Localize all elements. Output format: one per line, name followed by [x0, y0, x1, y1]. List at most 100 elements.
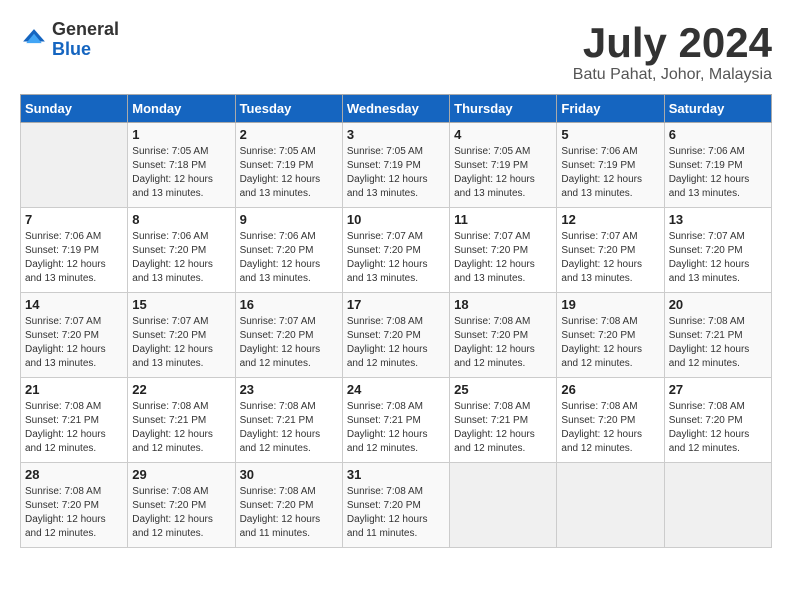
- calendar-week-row: 21 Sunrise: 7:08 AMSunset: 7:21 PMDayligh…: [21, 378, 772, 463]
- calendar-day-cell: 15 Sunrise: 7:07 AMSunset: 7:20 PMDayligh…: [128, 293, 235, 378]
- weekday-header-row: SundayMondayTuesdayWednesdayThursdayFrid…: [21, 95, 772, 123]
- calendar-day-cell: 29 Sunrise: 7:08 AMSunset: 7:20 PMDayligh…: [128, 463, 235, 548]
- month-title: July 2024: [573, 20, 772, 66]
- day-number: 9: [240, 212, 338, 227]
- day-number: 21: [25, 382, 123, 397]
- day-number: 16: [240, 297, 338, 312]
- day-info: Sunrise: 7:07 AMSunset: 7:20 PMDaylight:…: [454, 230, 552, 286]
- calendar-day-cell: 9 Sunrise: 7:06 AMSunset: 7:20 PMDaylight…: [235, 208, 342, 293]
- calendar-day-cell: 30 Sunrise: 7:08 AMSunset: 7:20 PMDayligh…: [235, 463, 342, 548]
- day-number: 10: [347, 212, 445, 227]
- day-number: 27: [669, 382, 767, 397]
- calendar-day-cell: [21, 123, 128, 208]
- day-number: 31: [347, 467, 445, 482]
- calendar-day-cell: [557, 463, 664, 548]
- weekday-header-cell: Sunday: [21, 95, 128, 123]
- calendar-day-cell: 2 Sunrise: 7:05 AMSunset: 7:19 PMDaylight…: [235, 123, 342, 208]
- page-header: General Blue July 2024 Batu Pahat, Johor…: [20, 20, 772, 84]
- day-number: 6: [669, 127, 767, 142]
- location: Batu Pahat, Johor, Malaysia: [573, 66, 772, 84]
- day-info: Sunrise: 7:07 AMSunset: 7:20 PMDaylight:…: [240, 315, 338, 371]
- day-info: Sunrise: 7:07 AMSunset: 7:20 PMDaylight:…: [347, 230, 445, 286]
- day-info: Sunrise: 7:07 AMSunset: 7:20 PMDaylight:…: [132, 315, 230, 371]
- weekday-header-cell: Saturday: [664, 95, 771, 123]
- day-number: 15: [132, 297, 230, 312]
- day-info: Sunrise: 7:08 AMSunset: 7:20 PMDaylight:…: [347, 485, 445, 541]
- logo-text: General Blue: [52, 20, 119, 60]
- calendar-week-row: 7Sunrise: 7:06 AMSunset: 7:19 PMDaylight…: [21, 208, 772, 293]
- calendar-day-cell: 5 Sunrise: 7:06 AMSunset: 7:19 PMDaylight…: [557, 123, 664, 208]
- day-number: 25: [454, 382, 552, 397]
- day-number: 7: [25, 212, 123, 227]
- day-info: Sunrise: 7:05 AMSunset: 7:19 PMDaylight:…: [454, 145, 552, 201]
- calendar-day-cell: 14 Sunrise: 7:07 AMSunset: 7:20 PMDayligh…: [21, 293, 128, 378]
- day-info: Sunrise: 7:08 AMSunset: 7:20 PMDaylight:…: [132, 485, 230, 541]
- day-info: Sunrise: 7:08 AMSunset: 7:20 PMDaylight:…: [25, 485, 123, 541]
- day-number: 2: [240, 127, 338, 142]
- day-number: 30: [240, 467, 338, 482]
- calendar-day-cell: 10 Sunrise: 7:07 AMSunset: 7:20 PMDayligh…: [342, 208, 449, 293]
- logo-icon: [20, 26, 48, 54]
- day-number: 11: [454, 212, 552, 227]
- calendar-day-cell: 18 Sunrise: 7:08 AMSunset: 7:20 PMDayligh…: [450, 293, 557, 378]
- day-info: Sunrise: 7:06 AMSunset: 7:20 PMDaylight:…: [132, 230, 230, 286]
- day-info: Sunrise: 7:07 AMSunset: 7:20 PMDaylight:…: [25, 315, 123, 371]
- day-info: Sunrise: 7:06 AMSunset: 7:19 PMDaylight:…: [669, 145, 767, 201]
- calendar-day-cell: 6 Sunrise: 7:06 AMSunset: 7:19 PMDaylight…: [664, 123, 771, 208]
- calendar-day-cell: 31 Sunrise: 7:08 AMSunset: 7:20 PMDayligh…: [342, 463, 449, 548]
- calendar-day-cell: 19Sunrise: 7:08 AMSunset: 7:20 PMDayligh…: [557, 293, 664, 378]
- day-number: 5: [561, 127, 659, 142]
- calendar-day-cell: 7Sunrise: 7:06 AMSunset: 7:19 PMDaylight…: [21, 208, 128, 293]
- day-number: 17: [347, 297, 445, 312]
- calendar-day-cell: 27 Sunrise: 7:08 AMSunset: 7:20 PMDayligh…: [664, 378, 771, 463]
- day-number: 22: [132, 382, 230, 397]
- calendar-week-row: 14 Sunrise: 7:07 AMSunset: 7:20 PMDayligh…: [21, 293, 772, 378]
- day-info: Sunrise: 7:05 AMSunset: 7:19 PMDaylight:…: [240, 145, 338, 201]
- weekday-header-cell: Tuesday: [235, 95, 342, 123]
- day-info: Sunrise: 7:08 AMSunset: 7:21 PMDaylight:…: [454, 400, 552, 456]
- calendar-day-cell: 1 Sunrise: 7:05 AMSunset: 7:18 PMDaylight…: [128, 123, 235, 208]
- calendar-day-cell: 22 Sunrise: 7:08 AMSunset: 7:21 PMDayligh…: [128, 378, 235, 463]
- calendar-day-cell: 26 Sunrise: 7:08 AMSunset: 7:20 PMDayligh…: [557, 378, 664, 463]
- title-section: July 2024 Batu Pahat, Johor, Malaysia: [573, 20, 772, 84]
- calendar-day-cell: 23Sunrise: 7:08 AMSunset: 7:21 PMDayligh…: [235, 378, 342, 463]
- day-info: Sunrise: 7:08 AMSunset: 7:21 PMDaylight:…: [132, 400, 230, 456]
- calendar-day-cell: 11 Sunrise: 7:07 AMSunset: 7:20 PMDayligh…: [450, 208, 557, 293]
- calendar-day-cell: 13Sunrise: 7:07 AMSunset: 7:20 PMDayligh…: [664, 208, 771, 293]
- day-info: Sunrise: 7:08 AMSunset: 7:21 PMDaylight:…: [25, 400, 123, 456]
- day-number: 18: [454, 297, 552, 312]
- weekday-header-cell: Wednesday: [342, 95, 449, 123]
- day-info: Sunrise: 7:08 AMSunset: 7:20 PMDaylight:…: [347, 315, 445, 371]
- day-info: Sunrise: 7:05 AMSunset: 7:18 PMDaylight:…: [132, 145, 230, 201]
- calendar-day-cell: 3 Sunrise: 7:05 AMSunset: 7:19 PMDaylight…: [342, 123, 449, 208]
- day-number: 28: [25, 467, 123, 482]
- day-info: Sunrise: 7:08 AMSunset: 7:20 PMDaylight:…: [669, 400, 767, 456]
- calendar-week-row: 1 Sunrise: 7:05 AMSunset: 7:18 PMDaylight…: [21, 123, 772, 208]
- day-info: Sunrise: 7:06 AMSunset: 7:20 PMDaylight:…: [240, 230, 338, 286]
- day-info: Sunrise: 7:06 AMSunset: 7:19 PMDaylight:…: [561, 145, 659, 201]
- day-info: Sunrise: 7:08 AMSunset: 7:21 PMDaylight:…: [669, 315, 767, 371]
- day-info: Sunrise: 7:08 AMSunset: 7:20 PMDaylight:…: [240, 485, 338, 541]
- day-number: 3: [347, 127, 445, 142]
- day-number: 8: [132, 212, 230, 227]
- weekday-header-cell: Thursday: [450, 95, 557, 123]
- day-number: 1: [132, 127, 230, 142]
- day-info: Sunrise: 7:05 AMSunset: 7:19 PMDaylight:…: [347, 145, 445, 201]
- calendar-day-cell: [450, 463, 557, 548]
- day-number: 29: [132, 467, 230, 482]
- calendar-day-cell: 12Sunrise: 7:07 AMSunset: 7:20 PMDayligh…: [557, 208, 664, 293]
- day-info: Sunrise: 7:08 AMSunset: 7:20 PMDaylight:…: [454, 315, 552, 371]
- calendar-day-cell: 17 Sunrise: 7:08 AMSunset: 7:20 PMDayligh…: [342, 293, 449, 378]
- calendar-day-cell: [664, 463, 771, 548]
- day-number: 14: [25, 297, 123, 312]
- day-number: 20: [669, 297, 767, 312]
- logo: General Blue: [20, 20, 119, 60]
- calendar-week-row: 28 Sunrise: 7:08 AMSunset: 7:20 PMDayligh…: [21, 463, 772, 548]
- calendar-day-cell: 28 Sunrise: 7:08 AMSunset: 7:20 PMDayligh…: [21, 463, 128, 548]
- day-number: 26: [561, 382, 659, 397]
- calendar-body: 1 Sunrise: 7:05 AMSunset: 7:18 PMDaylight…: [21, 123, 772, 548]
- day-info: Sunrise: 7:08 AMSunset: 7:20 PMDaylight:…: [561, 400, 659, 456]
- day-number: 12: [561, 212, 659, 227]
- calendar-day-cell: 4Sunrise: 7:05 AMSunset: 7:19 PMDaylight…: [450, 123, 557, 208]
- calendar-day-cell: 21 Sunrise: 7:08 AMSunset: 7:21 PMDayligh…: [21, 378, 128, 463]
